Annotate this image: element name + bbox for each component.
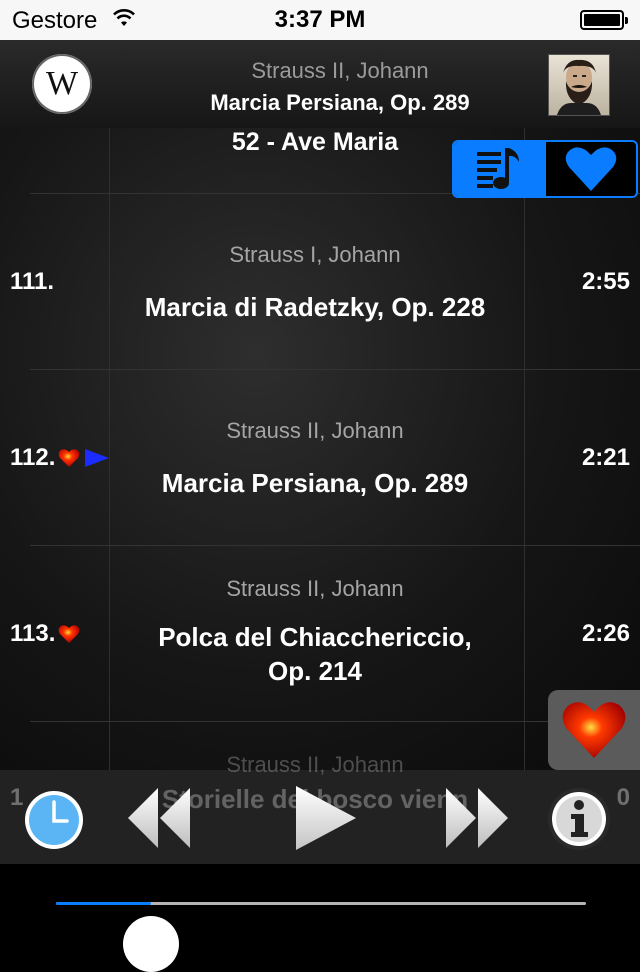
- progress-slider-track[interactable]: [56, 902, 586, 972]
- track-title: Marcia di Radetzky, Op. 228: [144, 292, 486, 322]
- fast-forward-icon: [446, 788, 508, 848]
- track-duration: 2:21: [581, 444, 630, 471]
- track-composer: Strauss II, Johann: [226, 418, 404, 443]
- track-row[interactable]: 113. Strauss II, Johann Polca del Chiacc…: [0, 546, 640, 722]
- composer-portrait-image: [557, 59, 601, 115]
- playlist-icon: [477, 148, 519, 189]
- now-playing-title: Marcia Persiana, Op. 289: [210, 90, 470, 115]
- track-row[interactable]: 111. Strauss I, Johann Marcia di Radetzk…: [0, 194, 640, 370]
- playlist-segment[interactable]: [454, 142, 544, 196]
- play-button[interactable]: [294, 784, 358, 857]
- track-composer: Strauss II, Johann: [226, 576, 404, 601]
- track-number: 112.: [10, 444, 111, 472]
- transport-bar: Strauss II, Johann Storielle del bosco v…: [0, 752, 640, 864]
- favorite-heart-icon: [59, 625, 80, 643]
- next-button[interactable]: [444, 786, 510, 855]
- track-title: Marcia Persiana, Op. 289: [161, 468, 469, 498]
- now-playing-header: W Strauss II, Johann Marcia Persiana, Op…: [0, 40, 640, 129]
- rewind-icon: [128, 788, 190, 848]
- info-icon: [548, 788, 610, 850]
- progress-slider-fill: [56, 902, 152, 905]
- battery-icon: [580, 10, 628, 30]
- info-button[interactable]: [546, 786, 612, 857]
- track-duration: 2:55: [581, 268, 630, 295]
- previous-button[interactable]: [126, 786, 192, 855]
- clock-time: 3:37 PM: [274, 6, 366, 33]
- progress-slider-thumb[interactable]: [123, 916, 180, 972]
- now-playing-composer: Strauss II, Johann: [251, 58, 429, 83]
- clock-icon: [25, 791, 83, 849]
- wikipedia-button[interactable]: W: [32, 54, 92, 114]
- track-duration: 2:26: [581, 620, 630, 647]
- track-number: 111.: [10, 268, 54, 296]
- now-playing-indicator-icon: [85, 449, 110, 467]
- track-number: 113.: [10, 620, 80, 648]
- track-composer: Strauss II, Johann: [226, 752, 404, 777]
- heart-icon: [565, 147, 617, 191]
- track-number-label: 111.: [10, 268, 55, 295]
- track-row-playing[interactable]: 112. Strauss II, Johann Marcia Persiana,…: [0, 370, 640, 546]
- favorites-segment[interactable]: [544, 142, 636, 196]
- status-bar: Gestore 3:37 PM: [0, 0, 640, 40]
- composer-portrait[interactable]: [548, 54, 610, 116]
- track-duration: 0: [616, 784, 630, 811]
- favorite-heart-icon: [59, 449, 80, 467]
- playback-progress-area: [0, 864, 640, 972]
- wikipedia-icon: W: [45, 65, 79, 102]
- track-number-label: 112.: [10, 444, 56, 471]
- timer-button[interactable]: [22, 788, 86, 857]
- track-list[interactable]: 52 - Ave Maria 111. Strauss I, Johann Ma…: [0, 128, 640, 770]
- play-icon: [296, 786, 356, 850]
- big-heart-icon: [562, 702, 626, 758]
- track-number-label: 113.: [10, 620, 56, 647]
- track-composer: Strauss I, Johann: [229, 242, 401, 267]
- track-title: Polca del Chiacchericcio, Op. 214: [158, 622, 472, 686]
- view-segmented-control[interactable]: [452, 140, 638, 198]
